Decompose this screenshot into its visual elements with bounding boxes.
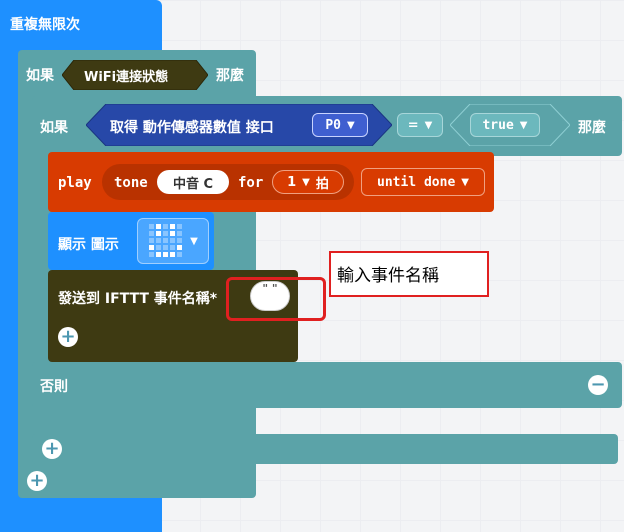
play-label: play bbox=[58, 175, 92, 191]
inner-if-body-spine bbox=[32, 150, 48, 370]
forever-loop-label: 重複無限次 bbox=[10, 17, 80, 33]
inner-if-label: 如果 bbox=[40, 120, 68, 136]
add-icon[interactable]: + bbox=[58, 327, 78, 347]
chevron-down-icon: ▼ bbox=[190, 235, 198, 247]
chevron-down-icon: ▼ bbox=[519, 119, 528, 131]
chevron-down-icon: ▼ bbox=[424, 119, 433, 131]
operator-dropdown[interactable]: = ▼ bbox=[397, 113, 443, 137]
pin-dropdown[interactable]: P0 ▼ bbox=[312, 113, 368, 137]
tone-label: tone bbox=[114, 175, 148, 191]
else-bar bbox=[32, 362, 622, 408]
icon-picker-dropdown[interactable]: ▼ bbox=[137, 218, 209, 264]
add-icon[interactable]: + bbox=[27, 471, 47, 491]
event-name-highlight bbox=[226, 277, 326, 321]
chevron-down-icon: ▼ bbox=[302, 176, 310, 188]
note-field[interactable]: 中音 C bbox=[157, 170, 229, 194]
ifttt-send-label: 發送到 IFTTT 事件名稱* bbox=[58, 291, 218, 307]
add-icon[interactable]: + bbox=[42, 439, 62, 459]
smiley-led-icon bbox=[149, 224, 183, 257]
play-mode-dropdown[interactable]: until done ▼ bbox=[361, 168, 485, 196]
show-icon-label: 顯示 圖示 bbox=[58, 237, 119, 253]
annotation-text: 輸入事件名稱 bbox=[337, 266, 439, 286]
inner-then-label: 那麼 bbox=[578, 120, 606, 136]
chevron-down-icon: ▼ bbox=[346, 119, 355, 131]
motion-sensor-label: 取得 動作傳感器數值 接口 bbox=[110, 120, 274, 136]
wifi-status-label: WiFi連接狀態 bbox=[84, 70, 169, 85]
outer-then-label: 那麼 bbox=[216, 68, 244, 84]
else-label: 否則 bbox=[40, 379, 68, 395]
else-body-spine bbox=[32, 406, 48, 436]
beats-dropdown[interactable]: 1 ▼ 拍 bbox=[272, 170, 344, 194]
chevron-down-icon: ▼ bbox=[461, 176, 469, 188]
for-label: for bbox=[238, 175, 264, 191]
outer-if-label: 如果 bbox=[26, 68, 54, 84]
remove-else-icon[interactable]: − bbox=[588, 375, 608, 395]
true-dropdown[interactable]: true ▼ bbox=[470, 113, 540, 137]
outer-if-footer bbox=[18, 466, 256, 496]
inner-if-footer bbox=[32, 434, 618, 464]
